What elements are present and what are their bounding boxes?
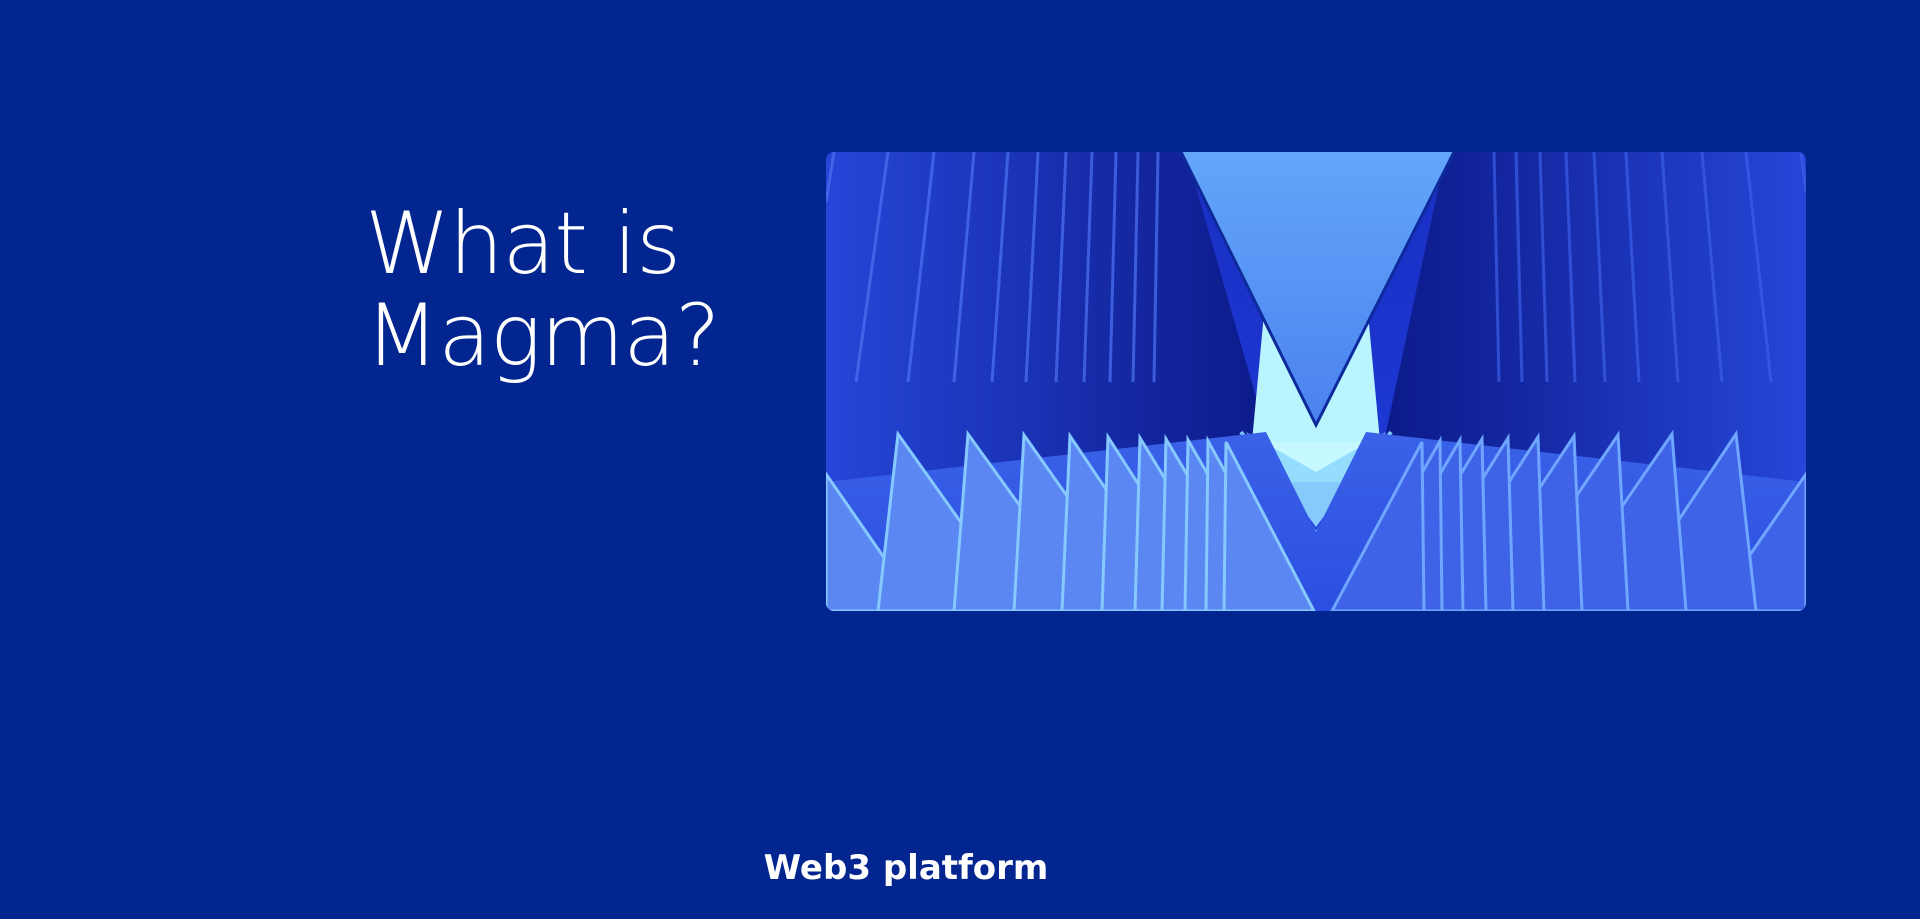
page: What is Magma? Web3 platform	[0, 0, 1920, 919]
page-title: What is Magma?	[365, 194, 721, 386]
section-label: Web3 platform	[763, 848, 1049, 888]
page-title-line-1: What is	[365, 194, 681, 294]
page-title-line-2: Magma?	[365, 286, 721, 386]
magma-logo-abstract-icon	[826, 152, 1806, 611]
hero-image	[826, 152, 1806, 611]
